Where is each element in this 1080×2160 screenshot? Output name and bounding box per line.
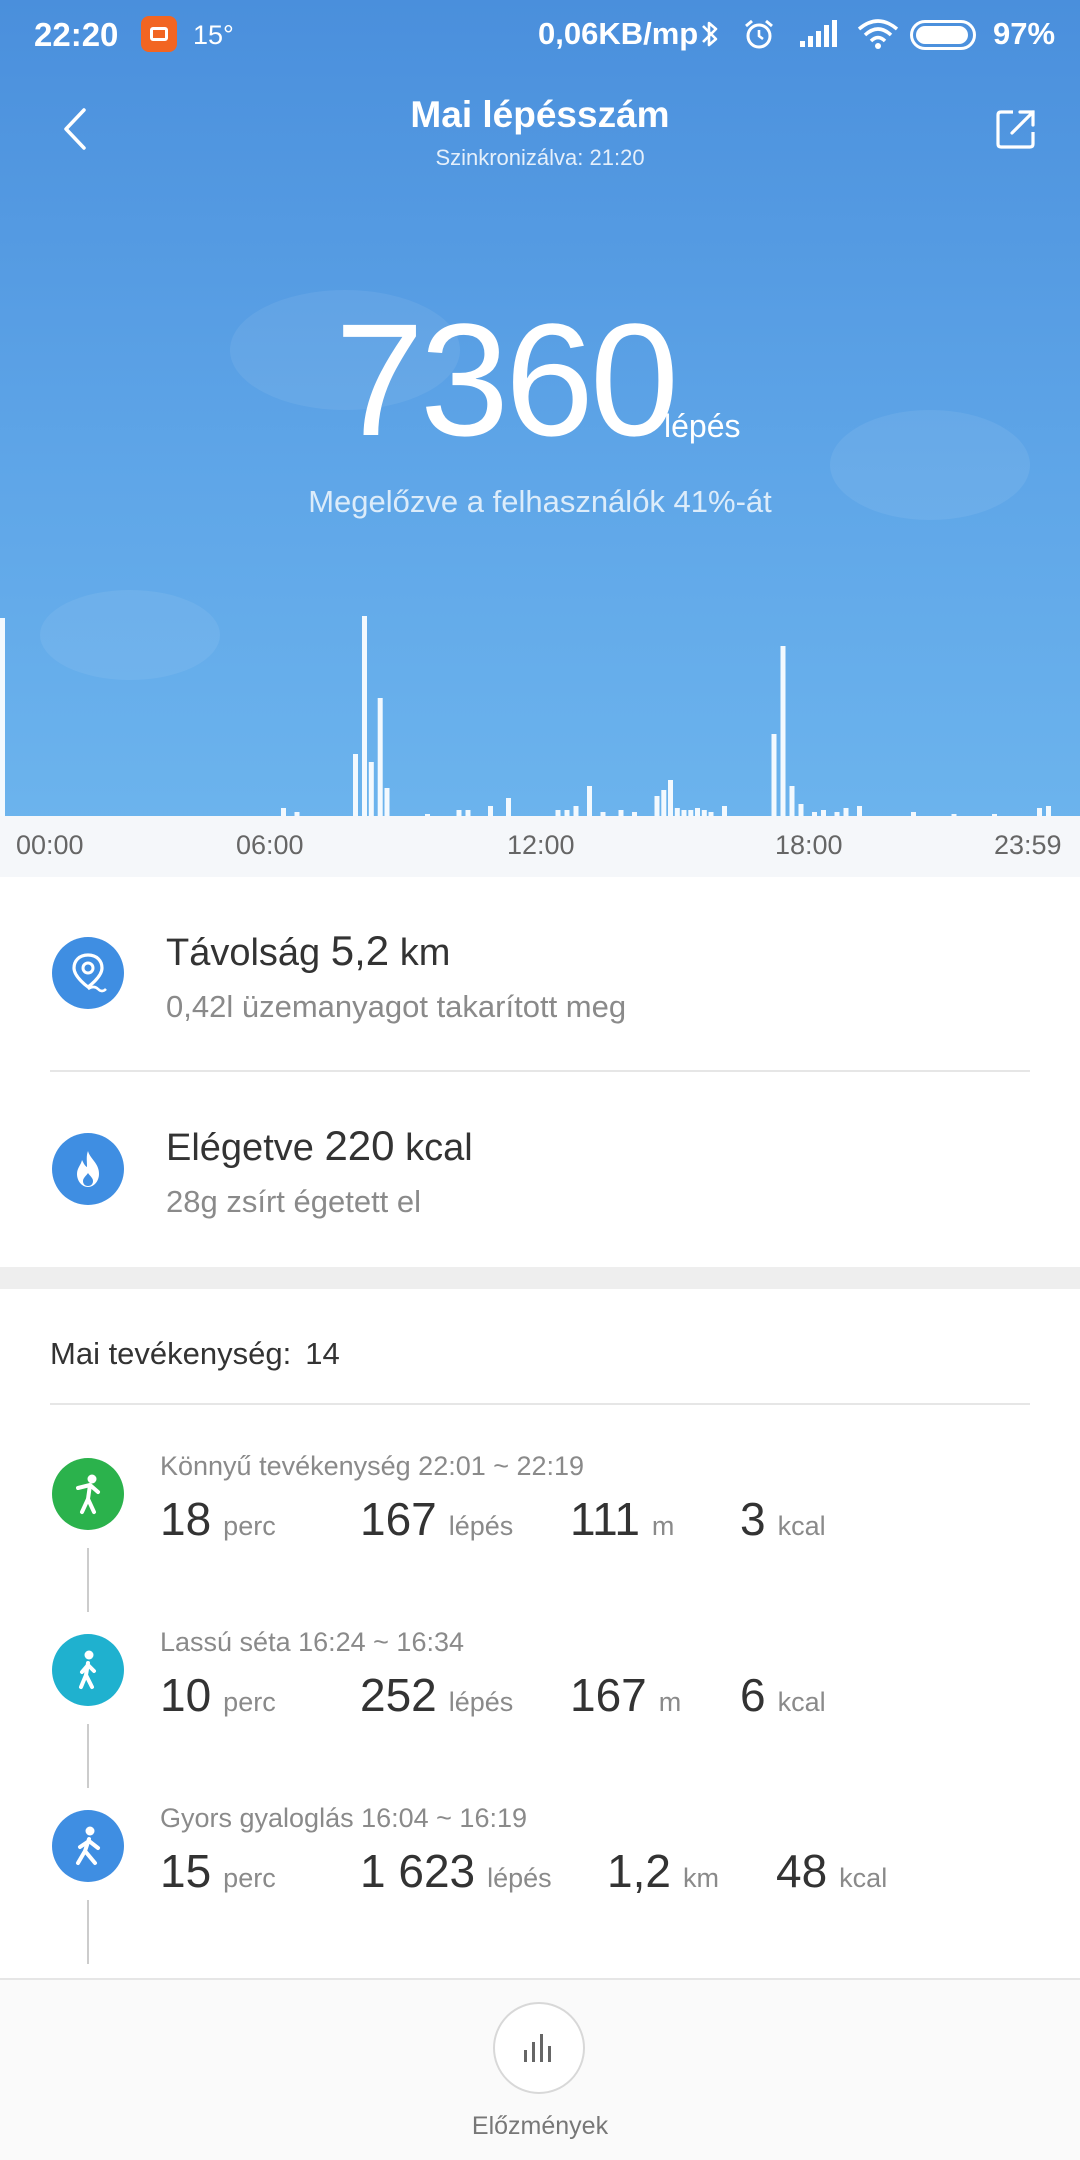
share-icon[interactable] xyxy=(995,108,1037,150)
distance-unit: km xyxy=(399,932,451,974)
activity-title: Lassú séta 16:24 ~ 16:34 xyxy=(160,1627,464,1657)
activity-duration: 18 perc xyxy=(160,1493,276,1545)
status-icons xyxy=(700,12,900,56)
header: 22:20 15° 0,06KB/mp 97% Mai lépésszám Sz… xyxy=(0,0,1080,877)
distance-subtitle: 0,42l üzemanyagot takarított meg xyxy=(166,989,627,1024)
chart-bar xyxy=(668,780,673,816)
activity-steps: 167 lépés xyxy=(360,1493,514,1545)
light-activity-icon xyxy=(52,1458,124,1530)
chart-bar xyxy=(353,754,358,816)
activity-heading-label: Mai tevékenység: xyxy=(50,1336,292,1371)
chart-bar xyxy=(780,646,786,816)
activity-distance: 167 m xyxy=(570,1669,682,1721)
status-temperature: 15° xyxy=(193,20,234,50)
chart-bar xyxy=(798,804,804,816)
x-tick-label: 12:00 xyxy=(507,830,575,860)
activity-title: Gyors gyaloglás 16:04 ~ 16:19 xyxy=(160,1803,527,1833)
chart-bar xyxy=(722,806,727,816)
fast-walk-icon xyxy=(52,1810,124,1882)
chart-bar xyxy=(384,788,390,816)
chart-bar xyxy=(789,786,795,816)
bluetooth-icon xyxy=(700,17,720,51)
step-histogram-chart xyxy=(0,616,1051,816)
x-tick-label: 06:00 xyxy=(236,830,304,860)
step-unit: lépés xyxy=(664,408,741,444)
activity-steps: 252 lépés xyxy=(360,1669,514,1721)
distance-row[interactable]: Távolság 5,2 km 0,42l üzemanyagot takarí… xyxy=(0,877,1080,1067)
location-pin-icon xyxy=(52,937,124,1009)
chart-bar xyxy=(573,806,579,816)
timeline-connector xyxy=(87,1724,89,1788)
activity-distance: 1,2 km xyxy=(607,1845,719,1897)
activity-steps: 1 623 lépés xyxy=(360,1845,552,1897)
signal-icon xyxy=(798,19,838,49)
status-time: 22:20 xyxy=(34,16,119,53)
chart-bar xyxy=(281,808,286,816)
chart-bar xyxy=(695,808,700,816)
chart-bar xyxy=(1046,806,1051,816)
activity-count: 14 xyxy=(305,1336,340,1371)
activity-title: Könnyű tevékenység 22:01 ~ 22:19 xyxy=(160,1451,585,1481)
activity-distance: 111 m xyxy=(570,1493,675,1545)
chart-bar xyxy=(0,618,5,816)
chart-bar xyxy=(857,806,862,816)
calories-value: 220 xyxy=(324,1122,395,1169)
x-tick-label: 23:59 xyxy=(994,830,1062,860)
chart-bar xyxy=(771,734,777,816)
distance-value: 5,2 xyxy=(330,927,390,974)
activity-calories: 6 kcal xyxy=(740,1669,826,1721)
activity-duration: 15 perc xyxy=(160,1845,276,1897)
timeline-connector xyxy=(87,1548,89,1612)
history-chart-icon xyxy=(524,2034,551,2062)
chart-bar xyxy=(1037,808,1042,816)
chart-bar xyxy=(362,616,367,816)
activity-calories: 48 kcal xyxy=(776,1845,888,1897)
chart-bar xyxy=(488,806,493,816)
section-separator xyxy=(0,1267,1080,1289)
step-comparison: Megelőzve a felhasználók 41%-át xyxy=(308,484,772,519)
activity-duration: 10 perc xyxy=(160,1669,276,1721)
activity-heading: Mai tevékenység: 14 xyxy=(50,1336,340,1372)
wifi-icon xyxy=(856,17,900,51)
chart-bar xyxy=(654,796,660,816)
calories-unit: kcal xyxy=(405,1127,473,1169)
sync-status: Szinkronizálva: 21:20 xyxy=(435,145,645,170)
battery-icon xyxy=(910,20,976,50)
app-notification-icon xyxy=(141,16,177,52)
history-button[interactable] xyxy=(493,2002,585,2094)
chart-bar xyxy=(674,808,680,816)
status-network-speed: 0,06KB/mp xyxy=(538,16,699,51)
activity-calories: 3 kcal xyxy=(740,1493,826,1545)
alarm-icon xyxy=(742,17,776,51)
chart-bar xyxy=(506,798,511,816)
page-title: Mai lépésszám xyxy=(410,94,670,135)
x-tick-label: 18:00 xyxy=(775,830,843,860)
chart-bar xyxy=(368,762,374,816)
calories-subtitle: 28g zsírt égetett el xyxy=(166,1184,422,1219)
history-label: Előzmények xyxy=(471,2112,609,2140)
flame-icon xyxy=(52,1133,124,1205)
calories-title: Elégetve 220 kcal xyxy=(166,1122,473,1170)
x-tick-label: 00:00 xyxy=(16,830,84,860)
chart-bar xyxy=(843,808,849,816)
bottom-bar: Előzmények xyxy=(0,1978,1080,2160)
distance-label: Távolság xyxy=(166,932,321,974)
slow-walk-icon xyxy=(52,1634,124,1706)
battery-percent: 97% xyxy=(993,16,1056,51)
calories-row[interactable]: Elégetve 220 kcal 28g zsírt égetett el xyxy=(0,1072,1080,1262)
chart-bar xyxy=(587,786,592,816)
status-bar: 22:20 15° 0,06KB/mp 97% xyxy=(0,0,1080,70)
divider xyxy=(50,1403,1030,1405)
chart-bar xyxy=(661,790,667,816)
distance-title: Távolság 5,2 km xyxy=(166,927,450,975)
step-count: 7360 xyxy=(335,290,679,469)
calories-label: Elégetve xyxy=(166,1127,314,1169)
chart-bar xyxy=(377,698,383,816)
chart-x-axis: 00:00 06:00 12:00 18:00 23:59 xyxy=(0,816,1080,877)
timeline-connector xyxy=(87,1900,89,1964)
